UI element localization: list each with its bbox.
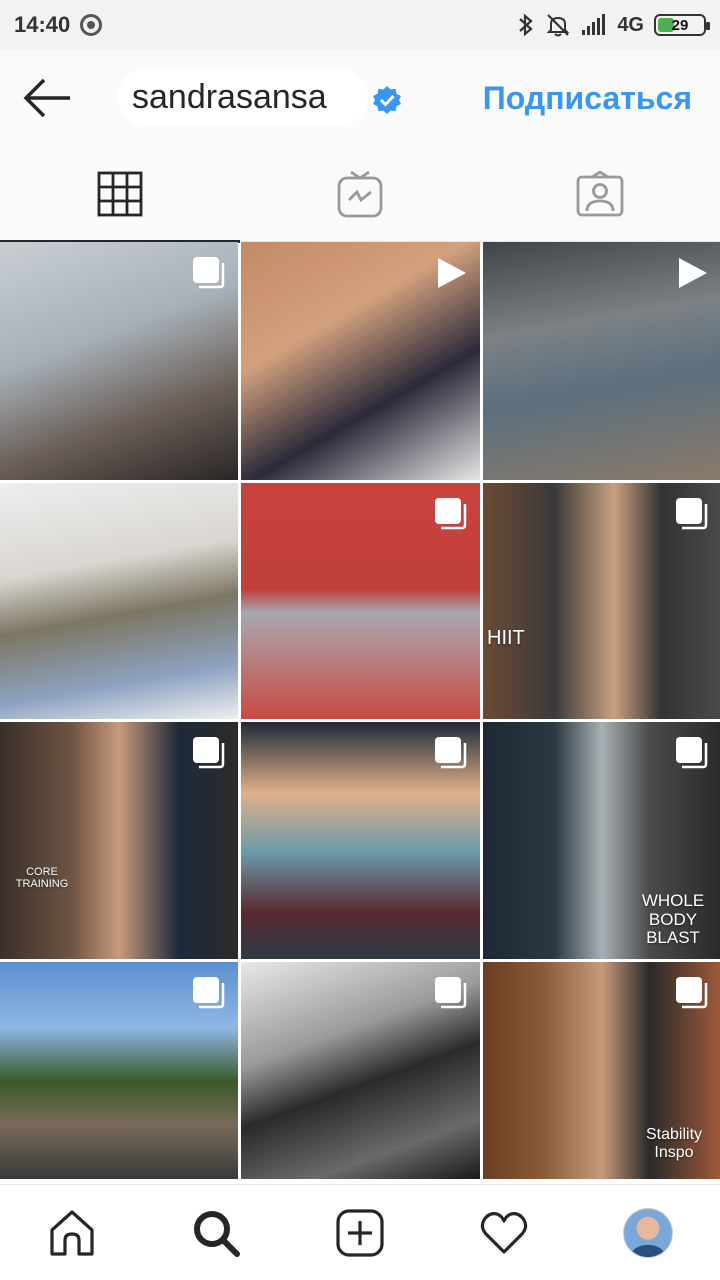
post-tile[interactable] [0,483,238,719]
video-icon [438,258,466,288]
signal-icon [582,14,606,35]
nav-new-post[interactable] [332,1205,388,1261]
bottom-navigation [0,1184,720,1280]
post-grid: HIIT CORE TRAINING WHOLE BODY BLAST Stab… [0,242,720,1184]
battery-level: 29 [671,16,689,34]
post-tile[interactable] [241,962,480,1179]
activity-icon [480,1212,528,1254]
carousel-icon [676,977,708,1009]
sync-icon [80,14,103,36]
post-caption: HIIT [487,627,525,649]
network-type: 4G [617,13,644,36]
tab-grid[interactable] [0,146,240,243]
tab-igtv[interactable] [240,146,480,242]
verified-badge-icon [373,86,401,114]
battery-icon: 29 [654,14,710,36]
post-tile[interactable]: Stability Inspo [483,962,720,1179]
nav-profile[interactable] [620,1205,676,1261]
profile-header: sandrasansa Подписаться [0,50,720,146]
bluetooth-icon [519,13,533,37]
status-time: 14:40 [14,12,71,37]
carousel-icon [676,498,708,530]
igtv-icon [337,170,383,218]
grid-icon [97,171,143,217]
status-bar: 14:40 4G 29 [0,0,720,50]
back-arrow-icon[interactable] [22,76,74,120]
profile-username: sandrasansa [132,78,327,116]
carousel-icon [676,737,708,769]
profile-tabs [0,146,720,243]
post-tile[interactable] [241,242,480,480]
video-icon [679,258,707,288]
tab-tagged[interactable] [480,146,720,242]
new-post-icon [336,1209,384,1257]
carousel-icon [435,977,467,1009]
post-tile[interactable]: WHOLE BODY BLAST [483,722,720,959]
carousel-icon [193,737,225,769]
profile-avatar [623,1208,673,1258]
carousel-icon [193,977,225,1009]
post-tile[interactable]: HIIT [483,483,720,719]
search-icon [194,1211,240,1257]
post-tile[interactable] [241,483,480,719]
carousel-icon [435,498,467,530]
mute-icon [546,14,570,37]
post-tile[interactable] [0,962,238,1179]
nav-search[interactable] [188,1205,244,1261]
post-tile[interactable] [483,242,720,480]
carousel-icon [193,257,225,289]
tagged-icon [576,171,624,217]
follow-button[interactable]: Подписаться [483,80,692,117]
home-icon [50,1210,94,1256]
post-tile[interactable] [0,242,238,480]
nav-home[interactable] [44,1205,100,1261]
post-caption: WHOLE BODY BLAST [641,891,705,948]
post-tile[interactable]: CORE TRAINING [0,722,238,959]
status-icons: 4G 29 [517,12,710,38]
nav-activity[interactable] [476,1205,532,1261]
post-caption: Stability Inspo [645,1126,703,1161]
carousel-icon [435,737,467,769]
post-tile[interactable] [241,722,480,959]
post-caption: CORE TRAINING [15,866,69,891]
